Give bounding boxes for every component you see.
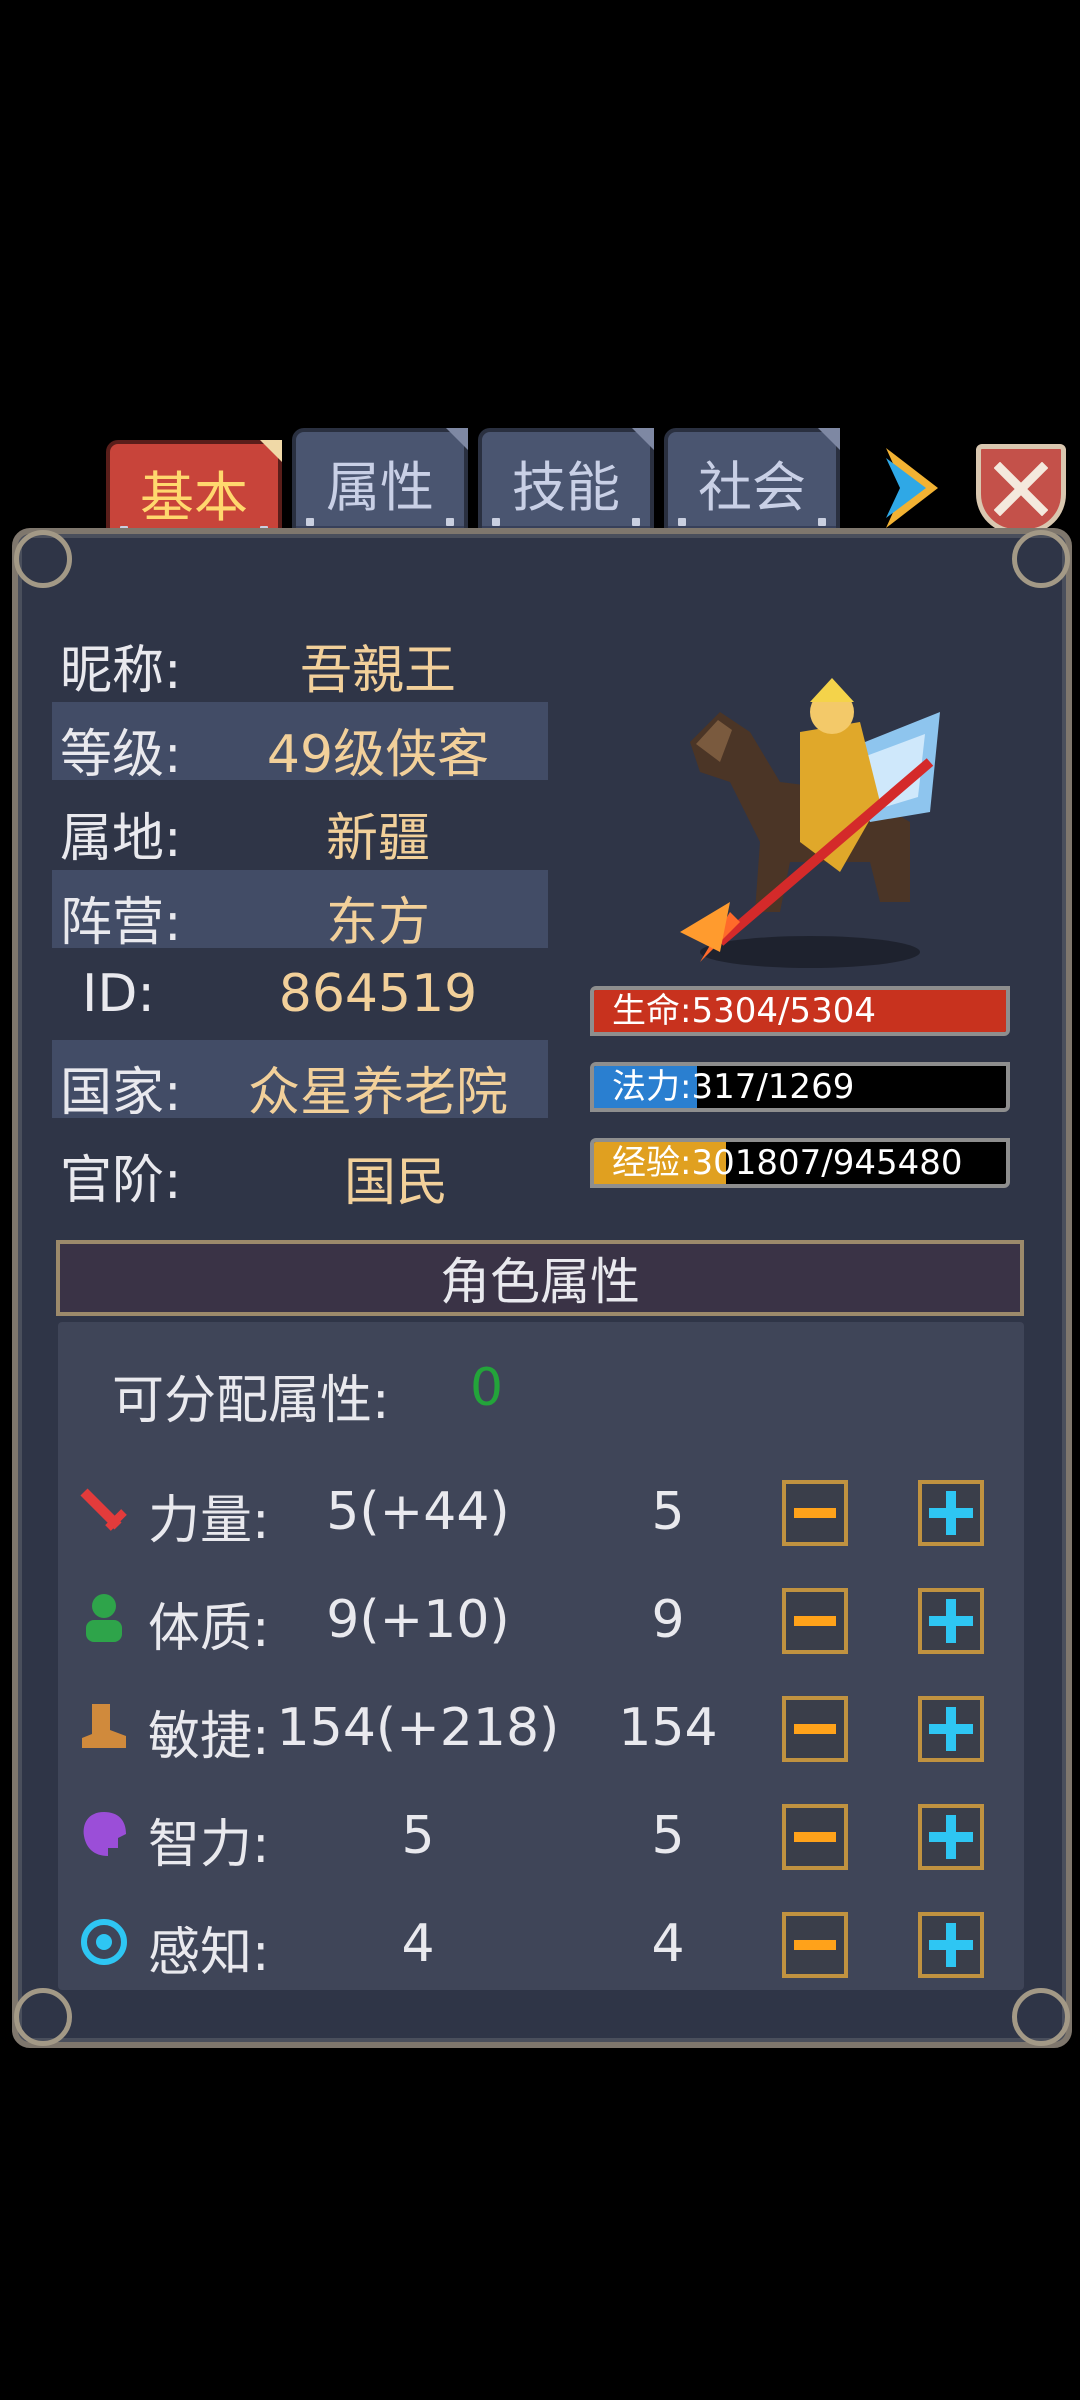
tab-corner-decoration: [260, 440, 282, 462]
plus-icon: [929, 1815, 973, 1859]
panel-corner-ornament: [14, 1988, 72, 2046]
tab-basic-label: 基本: [140, 465, 248, 529]
exp-bar: 经验:301807/945480: [590, 1138, 1010, 1188]
territory-value: 新疆: [325, 809, 430, 869]
id-value: 864519: [278, 964, 478, 1024]
tab-dot: [678, 518, 686, 526]
body-icon: [86, 1594, 122, 1642]
minus-icon: [794, 1940, 836, 1950]
plus-icon: [929, 1491, 973, 1535]
next-arrow-icon[interactable]: [878, 448, 944, 528]
plus-icon: [929, 1923, 973, 1967]
plus-button[interactable]: [918, 1804, 984, 1870]
tab-corner-decoration: [818, 428, 840, 450]
level-value: 49级侠客: [266, 725, 490, 785]
attr-row-constitution: 体质: 9(+10) 9: [58, 1568, 1024, 1668]
tab-dot: [446, 518, 454, 526]
faction-label: 阵营:: [60, 893, 182, 953]
plus-icon: [929, 1599, 973, 1643]
close-button[interactable]: [976, 444, 1066, 534]
plus-button[interactable]: [918, 1912, 984, 1978]
brain-icon: [83, 1812, 126, 1856]
sword-icon: [80, 1488, 127, 1531]
close-icon: [994, 462, 1048, 516]
tab-dot: [306, 518, 314, 526]
attr-row-strength: 力量: 5(+44) 5: [58, 1460, 1024, 1560]
minus-button[interactable]: [782, 1588, 848, 1654]
tab-attributes-label: 属性: [326, 455, 434, 519]
minus-button[interactable]: [782, 1480, 848, 1546]
tab-attributes[interactable]: 属性: [292, 428, 468, 536]
section-title: 角色属性: [56, 1240, 1024, 1316]
minus-icon: [794, 1832, 836, 1842]
mp-text: 法力:317/1269: [612, 1067, 855, 1107]
hp-bar: 生命:5304/5304: [590, 986, 1010, 1036]
panel-corner-ornament: [1012, 1988, 1070, 2046]
level-label: 等级:: [60, 725, 182, 785]
exp-text: 经验:301807/945480: [612, 1143, 963, 1183]
id-label: ID:: [82, 964, 155, 1024]
tab-corner-decoration: [632, 428, 654, 450]
attr-base: 5: [651, 1482, 685, 1542]
attr-row-perception: 感知: 4 4: [58, 1892, 1024, 1992]
tab-social[interactable]: 社会: [664, 428, 840, 536]
attr-total: 5: [401, 1806, 435, 1866]
plus-button[interactable]: [918, 1696, 984, 1762]
tab-corner-decoration: [446, 428, 468, 450]
points-value: 0: [470, 1358, 504, 1418]
plus-button[interactable]: [918, 1588, 984, 1654]
attr-base: 154: [618, 1698, 718, 1758]
tab-dot: [818, 518, 826, 526]
attr-row-agility: 敏捷: 154(+218) 154: [58, 1676, 1024, 1776]
minus-icon: [794, 1508, 836, 1518]
boot-icon: [82, 1704, 126, 1748]
country-label: 国家:: [60, 1063, 182, 1123]
attr-base: 9: [651, 1590, 685, 1650]
nickname-value: 吾親王: [299, 641, 456, 701]
minus-icon: [794, 1724, 836, 1734]
minus-icon: [794, 1616, 836, 1626]
tab-skills[interactable]: 技能: [478, 428, 654, 536]
minus-button[interactable]: [782, 1912, 848, 1978]
attr-base: 4: [651, 1914, 685, 1974]
tab-dot: [632, 518, 640, 526]
rank-label: 官阶:: [60, 1151, 182, 1211]
attr-total: 5(+44): [326, 1482, 510, 1542]
section-title-text: 角色属性: [440, 1253, 640, 1311]
attr-total: 154(+218): [276, 1698, 560, 1758]
attr-label: 感知:: [148, 1923, 270, 1983]
attributes-panel: 可分配属性: 0 力量: 5(+44) 5 体质: 9(+10) 9 敏捷: 1…: [58, 1322, 1024, 1990]
tab-social-label: 社会: [698, 455, 806, 519]
plus-icon: [929, 1707, 973, 1751]
plus-button[interactable]: [918, 1480, 984, 1546]
character-portrait: [680, 678, 940, 968]
territory-label: 属地:: [60, 809, 182, 869]
attr-total: 9(+10): [326, 1590, 510, 1650]
faction-value: 东方: [325, 893, 430, 953]
tab-skills-label: 技能: [512, 455, 620, 519]
attr-label: 体质:: [148, 1599, 270, 1659]
attr-label: 力量:: [148, 1491, 270, 1551]
points-label: 可分配属性:: [112, 1371, 390, 1431]
tab-dot: [492, 518, 500, 526]
country-value: 众星养老院: [247, 1063, 508, 1123]
eye-icon: [81, 1919, 127, 1965]
attr-base: 5: [651, 1806, 685, 1866]
hp-text: 生命:5304/5304: [612, 991, 876, 1031]
attr-total: 4: [401, 1914, 435, 1974]
nickname-label: 昵称:: [60, 641, 182, 701]
panel-corner-ornament: [14, 530, 72, 588]
rank-value: 国民: [343, 1153, 448, 1213]
attr-label: 敏捷:: [148, 1707, 270, 1767]
attr-label: 智力:: [148, 1815, 270, 1875]
attr-row-intelligence: 智力: 5 5: [58, 1784, 1024, 1884]
minus-button[interactable]: [782, 1804, 848, 1870]
minus-button[interactable]: [782, 1696, 848, 1762]
mp-bar: 法力:317/1269: [590, 1062, 1010, 1112]
panel-corner-ornament: [1012, 530, 1070, 588]
